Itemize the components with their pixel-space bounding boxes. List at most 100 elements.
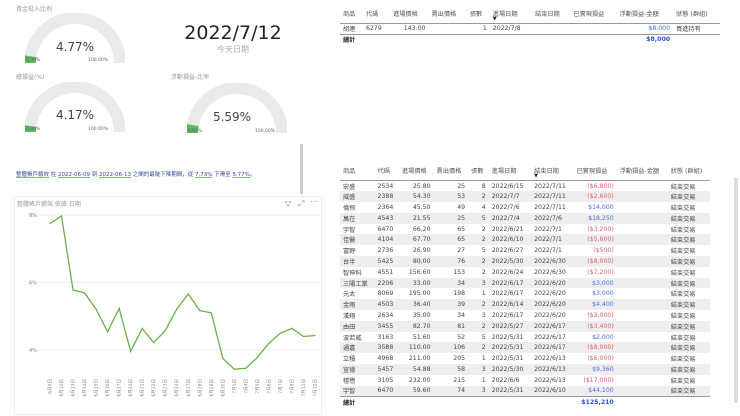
- column-header[interactable]: 進場價格: [399, 166, 434, 181]
- column-header[interactable]: 商品: [340, 9, 363, 24]
- table-row[interactable]: 元太8069195.0019812022/6/172022/6/20$3,000…: [340, 288, 710, 299]
- table-row[interactable]: 三陽工業220633.003432022/6/172022/6/20$3,000…: [340, 278, 710, 289]
- data-point[interactable]: [222, 358, 223, 359]
- data-point[interactable]: [84, 292, 85, 293]
- data-point[interactable]: [257, 357, 258, 358]
- data-point[interactable]: [153, 342, 154, 343]
- data-point[interactable]: [291, 328, 292, 329]
- column-header[interactable]: 狀態 (群組): [668, 166, 710, 181]
- table-row[interactable]: 漢翔263435.003432022/6/172022/6/20($3,000)…: [340, 310, 710, 321]
- column-header[interactable]: 浮動損益-金額: [617, 166, 668, 181]
- table-cell: 232.00: [399, 375, 434, 386]
- data-point[interactable]: [280, 333, 281, 334]
- data-point[interactable]: [49, 223, 50, 224]
- date-start[interactable]: 2022-06-09: [58, 172, 90, 178]
- data-point[interactable]: [119, 308, 120, 309]
- table-row[interactable]: 通嘉3588110.0010622022/5/312022/6/17($8,00…: [340, 342, 710, 353]
- column-header[interactable]: 結束日期: [532, 9, 570, 24]
- table-cell: 2022/6/17: [489, 288, 531, 299]
- data-point[interactable]: [268, 343, 269, 344]
- column-header[interactable]: 結束日期▼: [531, 166, 573, 181]
- table-scrollbar[interactable]: [734, 178, 738, 403]
- column-header[interactable]: 進場日期: [489, 166, 531, 181]
- data-point[interactable]: [72, 289, 73, 290]
- data-point[interactable]: [188, 293, 189, 294]
- table-cell: 2022/7/7: [489, 191, 531, 202]
- column-header[interactable]: 進場價格: [390, 9, 428, 24]
- column-header[interactable]: 代碼: [363, 9, 390, 24]
- column-header[interactable]: 已實現損益: [570, 9, 616, 24]
- table-cell: 2022/7/1: [531, 245, 573, 256]
- table-row[interactable]: 威盛238854.305322022/7/72022/7/11($2,600)結…: [340, 191, 710, 202]
- data-point[interactable]: [107, 331, 108, 332]
- data-point[interactable]: [176, 309, 177, 310]
- table-cell: 3: [468, 386, 489, 397]
- table-row[interactable]: 宣德545754.885832022/5/302022/6/13$9,360結束…: [340, 364, 710, 375]
- table-row[interactable]: 富野273626.902752022/6/272022/7/1($500)結束交…: [340, 245, 710, 256]
- x-tick-label: 6月22日: [151, 379, 157, 397]
- table-cell: 8069: [375, 288, 399, 299]
- table-row[interactable]: 金雨450336.403922022/6/142022/6/20$4,400結束…: [340, 299, 710, 310]
- column-header[interactable]: 賣出價格: [428, 9, 466, 24]
- table-cell: 2022/6/10: [489, 234, 531, 245]
- value-from[interactable]: 7.73%: [195, 172, 212, 178]
- table-row[interactable]: 立積4968211.0020512022/5/312022/6/13($6,00…: [340, 353, 710, 364]
- table-row[interactable]: 穩懋3105232.0021512022/6/62022/6/13($17,00…: [340, 375, 710, 386]
- table-cell: 1: [467, 24, 490, 35]
- table-cell: 由田: [340, 321, 375, 332]
- table-cell: 結束交易: [668, 375, 710, 386]
- column-header[interactable]: 已實現損益: [574, 166, 617, 181]
- column-header[interactable]: 商品: [340, 166, 375, 181]
- column-header[interactable]: 張數: [468, 166, 489, 181]
- table-cell: 45.50: [399, 202, 434, 213]
- table-row[interactable]: 智伸科4551156.6015322022/6/242022/6/30($7,2…: [340, 267, 710, 278]
- column-header[interactable]: 代碼: [375, 166, 399, 181]
- total-cell: [490, 34, 532, 45]
- table-cell: 53: [434, 191, 469, 202]
- open-positions-table: 商品代碼進場價格賣出價格張數進場日期▼結束日期已實現損益浮動損益-金額狀態 (群…: [340, 9, 720, 45]
- table-cell: ($7,200): [574, 267, 617, 278]
- table-row[interactable]: 波若威316351.605252022/5/312022/6/17$2,000結…: [340, 332, 710, 343]
- data-point[interactable]: [234, 369, 235, 370]
- table-row[interactable]: 萬在454321.552552022/7/42022/7/6$18,250結束交…: [340, 213, 710, 224]
- data-point[interactable]: [61, 215, 62, 216]
- column-header[interactable]: 張數: [467, 9, 490, 24]
- table-row[interactable]: 台半542580.007622022/5/302022/6/30($8,000)…: [340, 256, 710, 267]
- data-point[interactable]: [142, 328, 143, 329]
- sort-descending-icon[interactable]: ▼: [493, 16, 497, 22]
- table-row[interactable]: 宇智647059.607432022/5/312022/6/10$44,100結…: [340, 386, 710, 397]
- data-point[interactable]: [314, 335, 315, 336]
- table-row[interactable]: 倫飛236445.504942022/7/62022/7/11$14,000結束…: [340, 202, 710, 213]
- table-cell: 3105: [375, 375, 399, 386]
- column-header[interactable]: 進場日期▼: [490, 9, 532, 24]
- scrollbar[interactable]: [300, 144, 303, 194]
- link-metric[interactable]: 整體帳戶績效: [16, 172, 49, 178]
- data-point[interactable]: [199, 310, 200, 311]
- column-header[interactable]: 賣出價格: [434, 166, 469, 181]
- table-row[interactable]: 宏盛253425.802582022/6/152022/7/11($6,800)…: [340, 181, 710, 192]
- table-cell: [617, 256, 668, 267]
- table-cell: 54.30: [399, 191, 434, 202]
- table-cell: 33.00: [399, 278, 434, 289]
- table-row[interactable]: 佳醫410467.706522022/6/102022/7/1($5,600)結…: [340, 234, 710, 245]
- table-row[interactable]: 胡連6279143.0012022/7/8$8,000買進持有: [340, 24, 720, 35]
- date-end[interactable]: 2022-06-13: [99, 172, 131, 178]
- table-cell: [617, 213, 668, 224]
- data-point[interactable]: [95, 309, 96, 310]
- table-cell: 2022/7/11: [531, 202, 573, 213]
- table-cell: 2: [468, 256, 489, 267]
- table-row[interactable]: 宇智647066.206522022/6/212022/7/1($3,200)結…: [340, 224, 710, 235]
- total-cell: [399, 396, 434, 407]
- data-point[interactable]: [303, 336, 304, 337]
- data-point[interactable]: [165, 330, 166, 331]
- table-cell: 2022/7/6: [489, 202, 531, 213]
- table-cell: 58: [434, 364, 469, 375]
- column-header[interactable]: 狀態 (群組): [673, 9, 720, 24]
- value-to[interactable]: 5.77%: [232, 172, 249, 178]
- data-point[interactable]: [245, 368, 246, 369]
- data-point[interactable]: [130, 351, 131, 352]
- column-header[interactable]: 浮動損益-金額: [616, 9, 673, 24]
- table-row[interactable]: 由田345582.708122022/5/272022/6/17($3,400)…: [340, 321, 710, 332]
- sort-descending-icon[interactable]: ▼: [534, 173, 538, 179]
- data-point[interactable]: [211, 312, 212, 313]
